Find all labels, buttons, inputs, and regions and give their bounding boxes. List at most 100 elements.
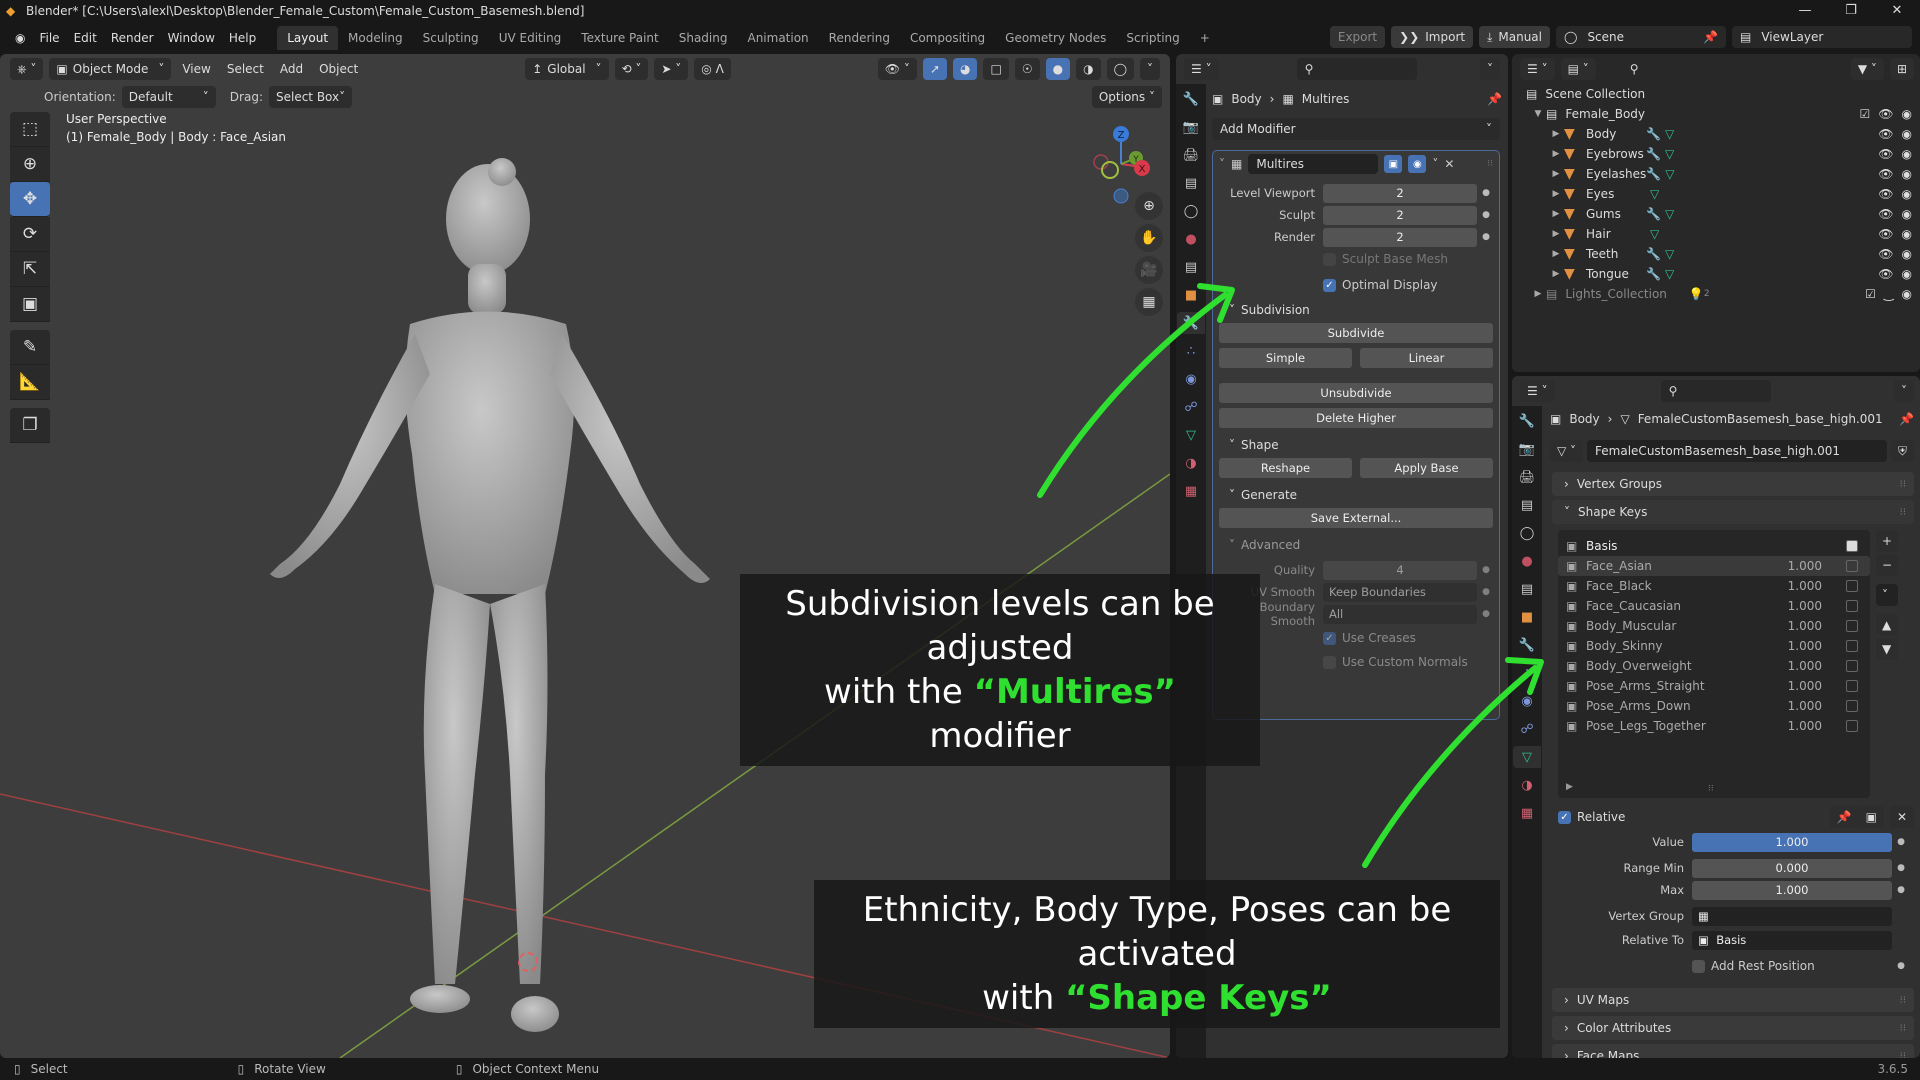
particles-tab[interactable]: ∴ [1179,340,1203,362]
import-button[interactable]: ❯❯ Import [1391,26,1474,48]
shape-key-row[interactable]: ▣ Face_Caucasian 1.000 [1558,596,1870,616]
properties-options[interactable]: ˅ [1894,380,1914,402]
edit-mode-toggle[interactable]: ▣ [1858,806,1884,828]
ortho-toggle-button[interactable]: ▦ [1135,288,1163,316]
shape-key-value[interactable]: 1.000 [1788,679,1822,693]
shape-key-row[interactable]: ▣ Body_Muscular 1.000 [1558,616,1870,636]
shape-key-mute-checkbox[interactable] [1846,580,1858,592]
outliner-object-row[interactable]: ▶ ▼ Eyebrows 🔧 ▽ 👁 ◉ [1512,144,1920,164]
show-viewport-toggle[interactable]: ▣ [1384,155,1403,173]
use-custom-normals-checkbox[interactable] [1323,655,1336,669]
range-max-field[interactable]: 1.000 [1692,880,1892,900]
tab-uv-editing[interactable]: UV Editing [489,26,572,50]
data-tab[interactable]: ▽ [1179,424,1203,446]
menu-window[interactable]: Window [161,31,222,45]
shape-keys-panel-header[interactable]: ˅ Shape Keys ⁝⁝ [1552,500,1914,524]
advanced-section-header[interactable]: ˅ Advanced [1213,532,1499,558]
tab-sculpting[interactable]: Sculpting [413,26,489,50]
overlay-toggle[interactable]: ◕ [953,58,978,80]
tab-compositing[interactable]: Compositing [900,26,995,50]
quality-field[interactable]: 4 [1323,560,1477,580]
reshape-button[interactable]: Reshape [1219,458,1352,478]
pivot-point-button[interactable]: ⟲ ˅ [614,58,649,80]
shape-key-mute-checkbox[interactable] [1846,680,1858,692]
annotate-tool[interactable]: ✎ [10,330,50,365]
shape-key-value[interactable]: 1.000 [1788,719,1822,733]
show-render-toggle[interactable]: ◉ [1408,155,1427,173]
menu-file[interactable]: File [32,31,66,45]
eye-icon[interactable]: 👁 [1878,167,1893,181]
shape-key-value[interactable]: 1.000 [1788,559,1822,573]
range-min-field[interactable]: 0.000 [1692,858,1892,878]
close-button[interactable]: ✕ [1874,0,1920,22]
eye-icon[interactable]: 👁 [1878,187,1893,201]
mesh-browse-button[interactable]: ▽ ˅ [1550,440,1584,462]
camera-icon[interactable]: ◉ [1902,107,1912,121]
modifier-icon[interactable]: 🔧 [1646,207,1661,221]
mesh-data-icon[interactable]: ▽ [1665,247,1674,261]
menu-object[interactable]: Object [314,62,363,76]
modifier-icon[interactable]: 🔧 [1646,167,1661,181]
simple-button[interactable]: Simple [1219,348,1352,368]
collection-tab[interactable]: ▤ [1179,256,1203,278]
shape-key-value[interactable]: 1.000 [1788,659,1822,673]
constraints-tab[interactable]: ☍ [1179,396,1203,418]
menu-edit[interactable]: Edit [67,31,104,45]
shape-key-row[interactable]: ▣ Pose_Arms_Down 1.000 [1558,696,1870,716]
properties-search[interactable]: ⚲ [1660,380,1771,402]
shape-key-row[interactable]: ▣ Basis [1558,536,1870,556]
transform-tool[interactable]: ▣ [10,287,50,322]
exclude-checkbox[interactable]: ☑ [1860,107,1871,121]
exclude-checkbox[interactable]: ☑ [1865,287,1876,301]
shape-key-mute-checkbox[interactable] [1846,660,1858,672]
eye-icon[interactable]: 👁 [1878,107,1893,121]
expand-icon[interactable]: ▶ [1548,169,1564,179]
shape-key-pin-button[interactable]: 📌 [1829,806,1859,828]
scene-selector[interactable]: ◯ Scene 📌 [1556,26,1726,48]
world-tab[interactable]: ● [1179,228,1203,250]
visibility-selector[interactable]: 👁 ˅ [877,58,917,80]
neg-z-axis[interactable] [1113,188,1129,204]
outliner-object-row[interactable]: ▶ ▼ Gums 🔧 ▽ 👁 ◉ [1512,204,1920,224]
expand-icon[interactable]: ▶ [1548,189,1564,199]
shape-key-mute-checkbox[interactable] [1846,540,1858,552]
mesh-data-icon[interactable]: ▽ [1650,227,1659,241]
mesh-data-icon[interactable]: ▽ [1665,167,1674,181]
shape-key-row[interactable]: ▣ Body_Skinny 1.000 [1558,636,1870,656]
snap-button[interactable]: ➤ ˅ [654,58,689,80]
camera-icon[interactable]: ◉ [1902,187,1912,201]
optimal-display-checkbox[interactable]: ✓ [1323,278,1336,292]
filter-expand-icon[interactable]: ▶ [1566,782,1573,792]
shading-solid[interactable]: ● [1045,58,1071,80]
mesh-data-icon[interactable]: ▽ [1665,147,1674,161]
pin-icon[interactable]: 📌 [1703,30,1718,44]
add-modifier-dropdown[interactable]: Add Modifier ˅ [1212,118,1500,140]
editor-type-button[interactable]: ⎈ ˅ [10,58,44,80]
shape-key-mute-checkbox[interactable] [1846,640,1858,652]
mesh-data-icon[interactable]: ▽ [1650,187,1659,201]
camera-icon[interactable]: ◉ [1902,287,1912,301]
modifiers-tab[interactable]: 🔧 [1177,312,1205,334]
expand-icon[interactable]: ▶ [1548,249,1564,259]
neg-y-axis[interactable] [1101,161,1119,179]
eye-icon[interactable]: 👁 [1878,207,1893,221]
generate-section-header[interactable]: ˅ Generate [1213,482,1499,508]
eye-icon[interactable]: 👁 [1878,267,1893,281]
shading-wireframe[interactable]: ☉ [1014,58,1040,80]
pin-icon[interactable]: 📌 [1487,92,1502,106]
color-attributes-panel-header[interactable]: › Color Attributes ⁝⁝ [1552,1016,1914,1040]
shape-section-header[interactable]: ˅ Shape [1213,432,1499,458]
sculpt-base-mesh-checkbox[interactable] [1323,252,1336,266]
editor-type-button[interactable]: ☰ ˅ [1184,58,1219,80]
zoom-button[interactable]: ⊕ [1135,192,1163,220]
delete-higher-button[interactable]: Delete Higher [1219,408,1493,428]
modifier-icon[interactable]: 🔧 [1646,147,1661,161]
uv-smooth-dropdown[interactable]: Keep Boundaries [1323,582,1477,602]
collapse-chevron-icon[interactable]: ˅ [1219,157,1225,171]
camera-icon[interactable]: ◉ [1902,207,1912,221]
eye-icon[interactable]: 👁 [1878,147,1893,161]
maximize-button[interactable]: ❐ [1828,0,1874,22]
vertex-group-field[interactable]: ▦ [1692,906,1892,926]
add-rest-position-checkbox[interactable] [1692,959,1705,973]
mesh-name-field[interactable]: FemaleCustomBasemesh_base_high.001 [1587,440,1887,462]
